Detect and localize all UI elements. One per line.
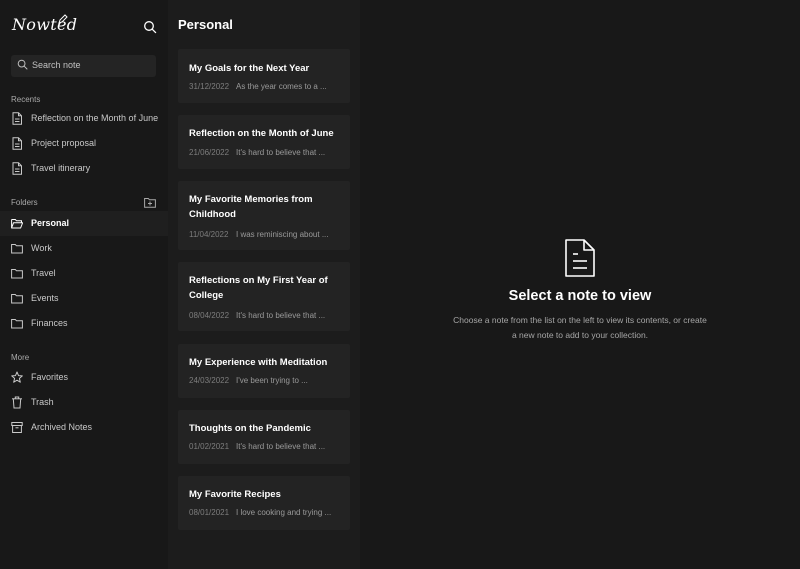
more-item-label: Archived Notes (31, 422, 93, 432)
folders-heading: Folders (11, 198, 38, 207)
note-card[interactable]: My Experience with Meditation 24/03/2022… (178, 344, 350, 398)
note-preview: It's hard to believe that ... (236, 311, 326, 320)
note-preview: I love cooking and trying ... (236, 508, 332, 517)
folder-item-work[interactable]: Work (0, 236, 168, 261)
note-date: 01/02/2021 (189, 442, 230, 451)
note-preview: I've been trying to ... (236, 376, 308, 385)
document-icon (12, 162, 22, 175)
note-date: 08/04/2022 (189, 311, 230, 320)
search-icon (17, 59, 28, 70)
folder-open-icon (11, 219, 23, 229)
search-placeholder: Search note (32, 60, 81, 70)
more-item-favorites[interactable]: Favorites (0, 365, 168, 390)
folder-item-label: Personal (31, 218, 70, 228)
note-date: 24/03/2022 (189, 376, 230, 385)
document-icon (12, 137, 22, 150)
note-date: 11/04/2022 (189, 230, 229, 239)
folder-item-label: Work (31, 243, 52, 253)
recent-item-label: Travel itinerary (31, 163, 91, 173)
note-card[interactable]: Thoughts on the Pandemic 01/02/2021 It's… (178, 410, 350, 464)
folder-item-label: Travel (31, 268, 56, 278)
note-preview: It's hard to believe that ... (236, 442, 326, 451)
more-item-trash[interactable]: Trash (0, 390, 168, 415)
document-icon (12, 112, 22, 125)
search-input[interactable]: Search note (11, 55, 156, 77)
star-icon (11, 371, 23, 383)
recent-item[interactable]: Reflection on the Month of June (0, 106, 168, 131)
document-icon (565, 239, 595, 277)
more-item-archived[interactable]: Archived Notes (0, 415, 168, 440)
more-item-label: Favorites (31, 372, 69, 382)
trash-icon (12, 396, 22, 409)
recent-item[interactable]: Project proposal (0, 131, 168, 156)
folder-icon (11, 294, 23, 304)
folder-title: Personal (178, 17, 233, 32)
folder-item-label: Finances (31, 318, 68, 328)
search-icon[interactable] (143, 20, 157, 34)
note-preview: It's hard to believe that ... (236, 148, 326, 157)
notes-list-panel: Personal My Goals for the Next Year 31/1… (168, 0, 360, 569)
note-date: 08/01/2021 (189, 508, 230, 517)
more-item-label: Trash (31, 397, 54, 407)
add-folder-icon[interactable] (144, 197, 156, 208)
note-viewer: Select a note to view Choose a note from… (360, 0, 800, 569)
recent-item[interactable]: Travel itinerary (0, 156, 168, 181)
folder-icon (11, 244, 23, 254)
note-title: Reflection on the Month of June (189, 128, 334, 139)
recents-heading: Recents (11, 95, 41, 104)
note-title: My Goals for the Next Year (189, 63, 310, 74)
note-title: My Experience with Meditation (189, 357, 328, 368)
note-date: 21/06/2022 (189, 148, 230, 157)
note-preview: I was reminiscing about ... (236, 230, 329, 239)
recent-item-label: Project proposal (31, 138, 97, 148)
folder-item-events[interactable]: Events (0, 286, 168, 311)
empty-state-title: Select a note to view (508, 288, 652, 304)
note-preview: As the year comes to a ... (236, 82, 327, 91)
folder-icon (11, 269, 23, 279)
note-card[interactable]: My Goals for the Next Year 31/12/2022 As… (178, 49, 350, 103)
note-title: Reflections on My First Year of College (189, 275, 328, 301)
more-heading: More (11, 353, 30, 362)
note-card[interactable]: My Favorite Recipes 08/01/2021 I love co… (178, 476, 350, 530)
folder-item-travel[interactable]: Travel (0, 261, 168, 286)
folder-icon (11, 319, 23, 329)
note-card[interactable]: My Favorite Memories from Childhood 11/0… (178, 181, 350, 250)
note-title: My Favorite Recipes (189, 489, 281, 500)
note-card[interactable]: Reflection on the Month of June 21/06/20… (178, 115, 350, 169)
archive-icon (11, 422, 23, 433)
note-title: Thoughts on the Pandemic (189, 423, 311, 434)
note-title: My Favorite Memories from Childhood (189, 194, 313, 220)
folder-item-personal[interactable]: Personal (0, 211, 168, 236)
sidebar: Nowted Search note Recents Reflection on… (0, 0, 168, 569)
pen-icon (58, 14, 68, 24)
recent-item-label: Reflection on the Month of June (31, 113, 159, 123)
note-card[interactable]: Reflections on My First Year of College … (178, 262, 350, 331)
empty-state-subtitle: Choose a note from the list on the left … (453, 315, 707, 340)
folder-item-label: Events (31, 293, 59, 303)
note-date: 31/12/2022 (189, 82, 230, 91)
folder-item-finances[interactable]: Finances (0, 311, 168, 336)
